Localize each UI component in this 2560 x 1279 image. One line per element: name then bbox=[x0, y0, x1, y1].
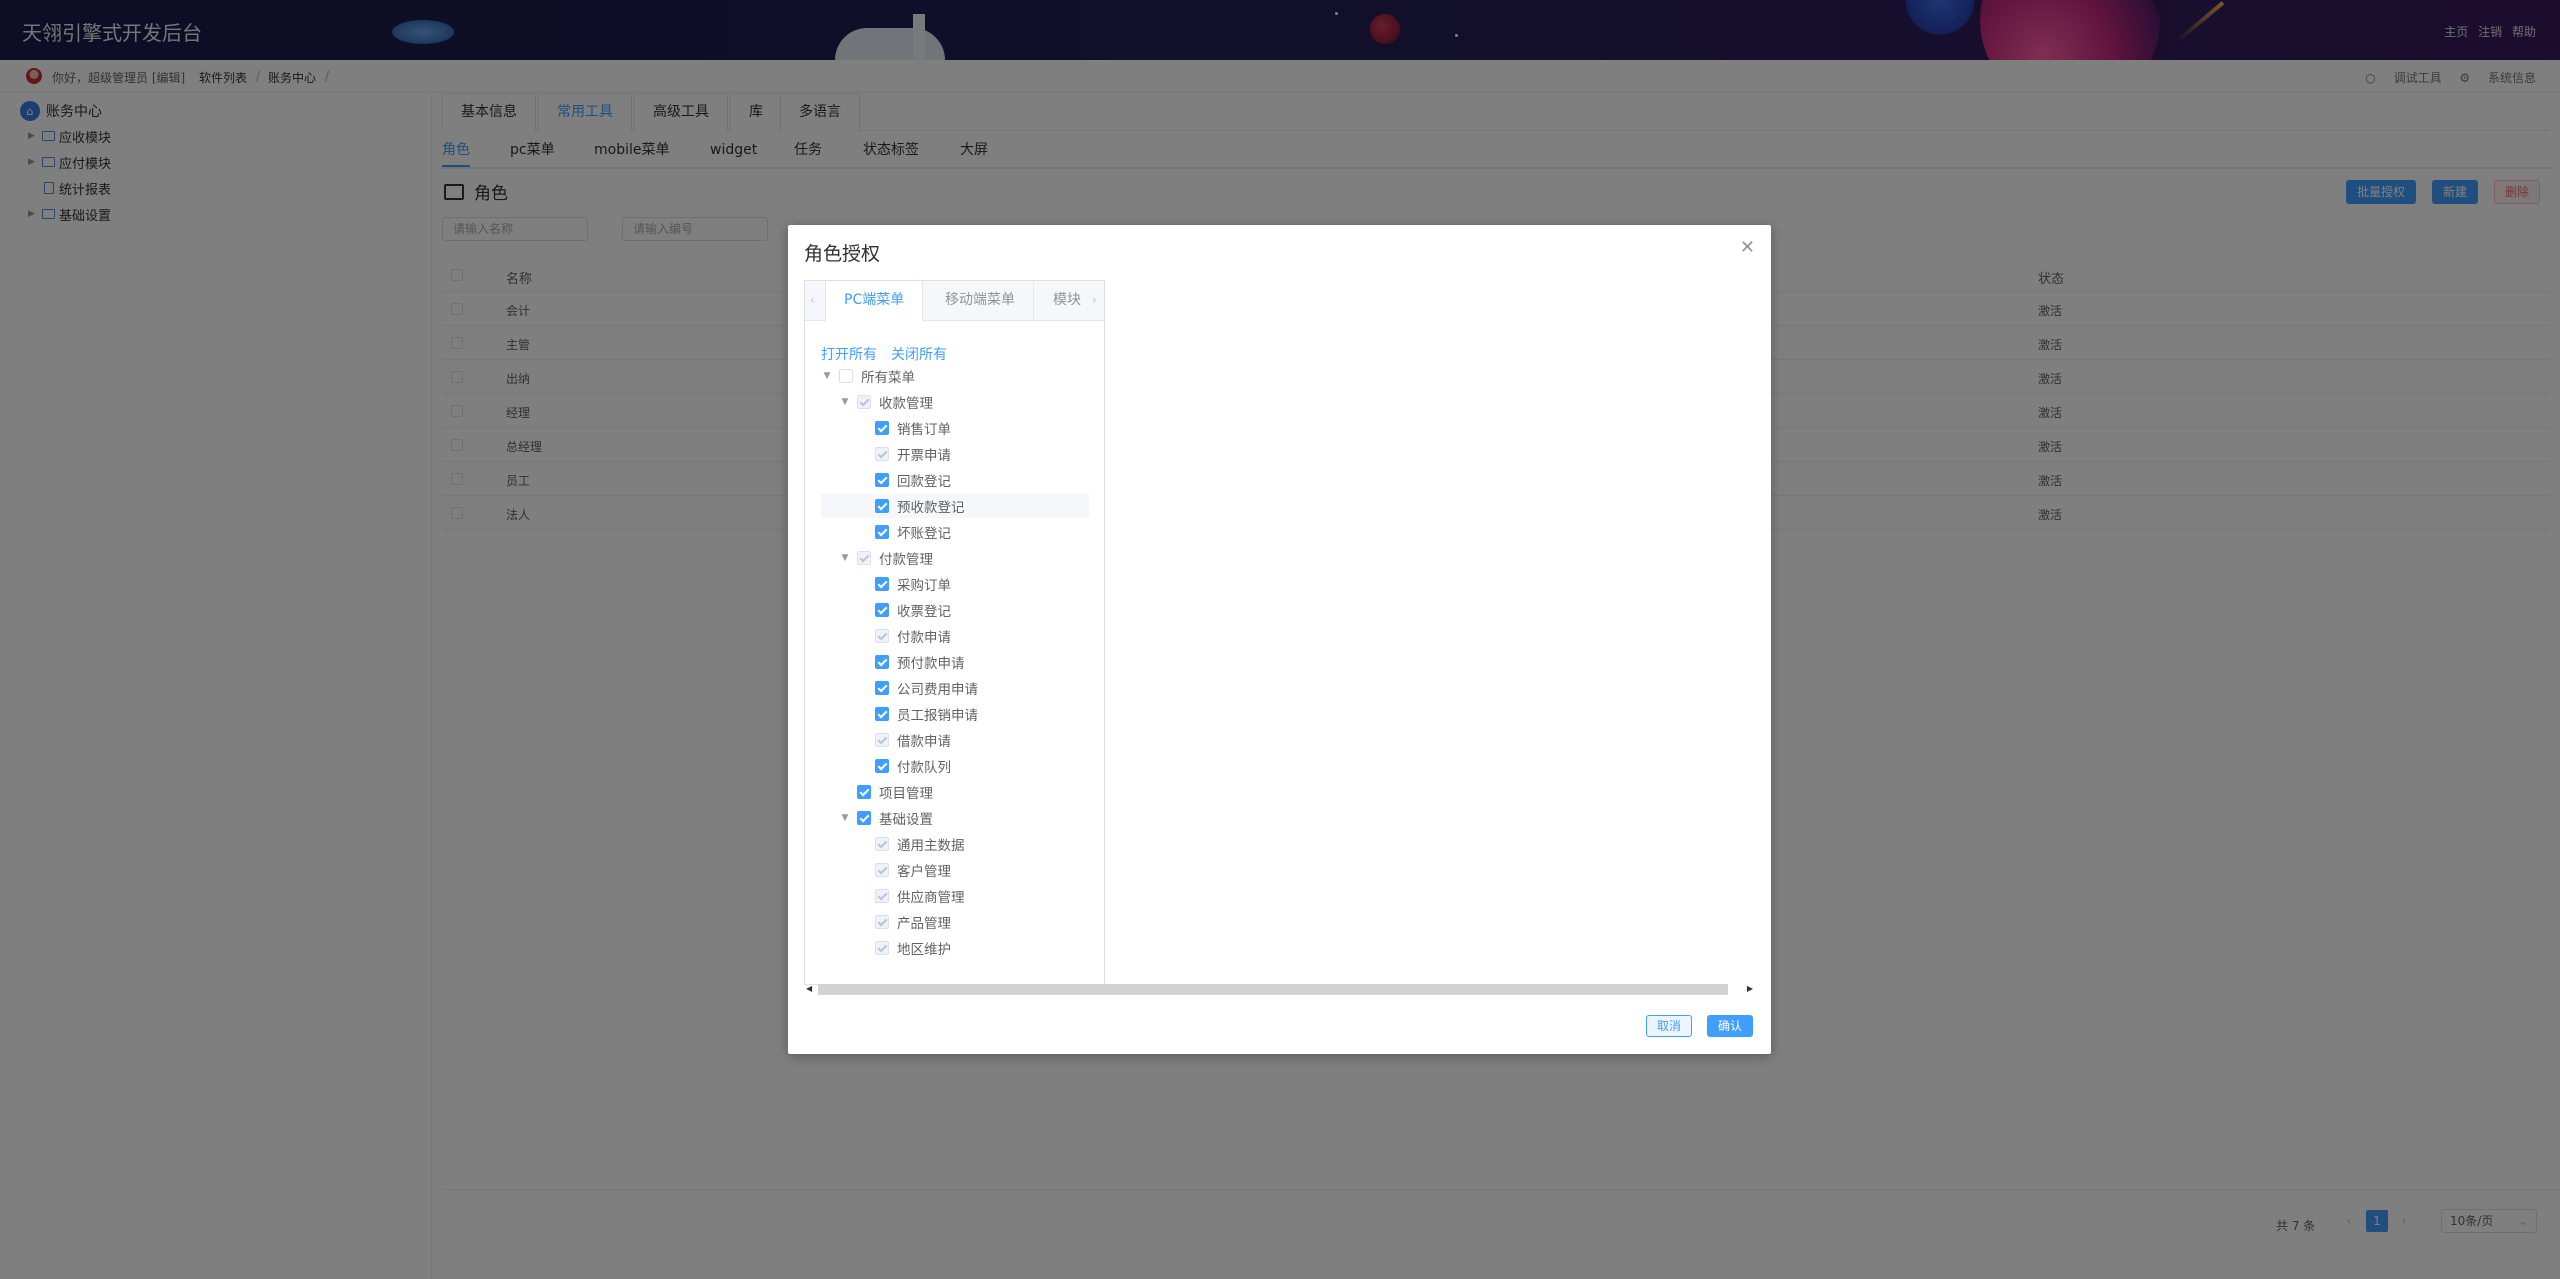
caret-down-icon[interactable]: ▼ bbox=[839, 553, 851, 563]
tree-node-checkbox[interactable] bbox=[875, 837, 889, 851]
tree-node[interactable]: 项目管理 bbox=[821, 780, 1089, 804]
tree-node[interactable]: 供应商管理 bbox=[821, 884, 1089, 908]
tree-node-label: 坏账登记 bbox=[897, 526, 951, 542]
tree-node-label: 产品管理 bbox=[897, 916, 951, 932]
tab-pc-menu[interactable]: PC端菜单 bbox=[825, 281, 924, 322]
tab-mobile-menu[interactable]: 移动端菜单 bbox=[927, 281, 1034, 321]
tab-module[interactable]: 模块 bbox=[1045, 281, 1089, 321]
caret-down-icon[interactable]: ▼ bbox=[839, 397, 851, 407]
tab-scroll-left-icon[interactable]: ‹ bbox=[810, 293, 815, 307]
tree-node-checkbox[interactable] bbox=[875, 447, 889, 461]
cancel-button[interactable]: 取消 bbox=[1646, 1015, 1693, 1037]
tree-node-label: 公司费用申请 bbox=[897, 682, 978, 698]
tree-node-label: 通用主数据 bbox=[897, 838, 965, 854]
scroll-thumb[interactable] bbox=[818, 984, 1728, 995]
tree-node-label: 采购订单 bbox=[897, 578, 951, 594]
tree-node-label: 供应商管理 bbox=[897, 890, 965, 906]
open-all-link[interactable]: 打开所有 bbox=[821, 344, 877, 364]
tree-node-checkbox[interactable] bbox=[875, 681, 889, 695]
tree-node[interactable]: 地区维护 bbox=[821, 936, 1089, 960]
tree-node-checkbox[interactable] bbox=[875, 603, 889, 617]
tree-node-checkbox[interactable] bbox=[857, 551, 871, 565]
tree-node[interactable]: 预收款登记 bbox=[821, 494, 1089, 518]
tree-node-checkbox[interactable] bbox=[875, 941, 889, 955]
tree-node[interactable]: 回款登记 bbox=[821, 468, 1089, 492]
tree-node[interactable]: ▼ 付款管理 bbox=[821, 546, 1089, 570]
tree-node-label: 所有菜单 bbox=[861, 370, 915, 386]
tree-node-label: 付款管理 bbox=[879, 552, 933, 568]
tree-node-checkbox[interactable] bbox=[875, 863, 889, 877]
role-auth-dialog: 角色授权 ✕ ‹ PC端菜单 移动端菜单 模块 › 打开所有 关闭所有 ▼ 所有菜… bbox=[788, 225, 1771, 1054]
tree-node[interactable]: 借款申请 bbox=[821, 728, 1089, 752]
tree-node-checkbox[interactable] bbox=[875, 421, 889, 435]
tree-node-checkbox[interactable] bbox=[839, 369, 853, 383]
tree-node[interactable]: 产品管理 bbox=[821, 910, 1089, 934]
caret-down-icon[interactable]: ▼ bbox=[821, 371, 833, 381]
tree-node[interactable]: ▼ 基础设置 bbox=[821, 806, 1089, 830]
tree-node[interactable]: ▼ 所有菜单 bbox=[821, 364, 1089, 388]
tree-node-checkbox[interactable] bbox=[857, 811, 871, 825]
confirm-button[interactable]: 确认 bbox=[1707, 1015, 1754, 1037]
scroll-right-icon[interactable]: ▶ bbox=[1747, 984, 1753, 993]
caret-down-icon[interactable]: ▼ bbox=[839, 813, 851, 823]
tree-node[interactable]: 预付款申请 bbox=[821, 650, 1089, 674]
tree-node[interactable]: 坏账登记 bbox=[821, 520, 1089, 544]
tree-node-label: 付款队列 bbox=[897, 760, 951, 776]
tree-node-checkbox[interactable] bbox=[875, 499, 889, 513]
tree-node-label: 开票申请 bbox=[897, 448, 951, 464]
tree-node-checkbox[interactable] bbox=[875, 915, 889, 929]
tree-node-label: 收票登记 bbox=[897, 604, 951, 620]
tree-node-label: 预付款申请 bbox=[897, 656, 965, 672]
tree-node-label: 付款申请 bbox=[897, 630, 951, 646]
tree-node[interactable]: 采购订单 bbox=[821, 572, 1089, 596]
tree-node[interactable]: 开票申请 bbox=[821, 442, 1089, 466]
tree-node[interactable]: 收票登记 bbox=[821, 598, 1089, 622]
tree-node[interactable]: 销售订单 bbox=[821, 416, 1089, 440]
tree-node-checkbox[interactable] bbox=[857, 785, 871, 799]
tree-node-checkbox[interactable] bbox=[875, 629, 889, 643]
menu-tree-panel: ‹ PC端菜单 移动端菜单 模块 › 打开所有 关闭所有 ▼ 所有菜单 ▼ 收款管理销… bbox=[804, 280, 1105, 985]
tree-node-label: 客户管理 bbox=[897, 864, 951, 880]
tree-node[interactable]: 员工报销申请 bbox=[821, 702, 1089, 726]
tree-node-label: 基础设置 bbox=[879, 812, 933, 828]
tab-scroll-right-icon[interactable]: › bbox=[1092, 293, 1097, 307]
tree-node[interactable]: 通用主数据 bbox=[821, 832, 1089, 856]
horizontal-scrollbar[interactable]: ◀ ▶ bbox=[804, 981, 1755, 997]
tree-node-checkbox[interactable] bbox=[857, 395, 871, 409]
dialog-title: 角色授权 bbox=[804, 243, 881, 265]
tree-node-checkbox[interactable] bbox=[875, 655, 889, 669]
tree-node-checkbox[interactable] bbox=[875, 707, 889, 721]
tree-node-label: 地区维护 bbox=[897, 942, 951, 958]
tree-node-checkbox[interactable] bbox=[875, 525, 889, 539]
tree-node-checkbox[interactable] bbox=[875, 473, 889, 487]
tree-node-checkbox[interactable] bbox=[875, 759, 889, 773]
tree-node-label: 销售订单 bbox=[897, 422, 951, 438]
tree-node[interactable]: ▼ 收款管理 bbox=[821, 390, 1089, 414]
close-all-link[interactable]: 关闭所有 bbox=[891, 344, 947, 364]
tree-node[interactable]: 公司费用申请 bbox=[821, 676, 1089, 700]
tree-node[interactable]: 付款队列 bbox=[821, 754, 1089, 778]
tree-node-checkbox[interactable] bbox=[875, 889, 889, 903]
dialog-tabs: ‹ PC端菜单 移动端菜单 模块 › bbox=[805, 281, 1104, 322]
tree-node-label: 回款登记 bbox=[897, 474, 951, 490]
tree-node-label: 预收款登记 bbox=[897, 500, 965, 516]
tree-node-checkbox[interactable] bbox=[875, 733, 889, 747]
tree-node-label: 项目管理 bbox=[879, 786, 933, 802]
scroll-left-icon[interactable]: ◀ bbox=[806, 984, 812, 993]
tree-node-label: 借款申请 bbox=[897, 734, 951, 750]
tree-node-label: 收款管理 bbox=[879, 396, 933, 412]
tree-node-label: 员工报销申请 bbox=[897, 708, 978, 724]
tree-node[interactable]: 客户管理 bbox=[821, 858, 1089, 882]
tree-node[interactable]: 付款申请 bbox=[821, 624, 1089, 648]
close-icon[interactable]: ✕ bbox=[1740, 237, 1755, 258]
tree-node-checkbox[interactable] bbox=[875, 577, 889, 591]
